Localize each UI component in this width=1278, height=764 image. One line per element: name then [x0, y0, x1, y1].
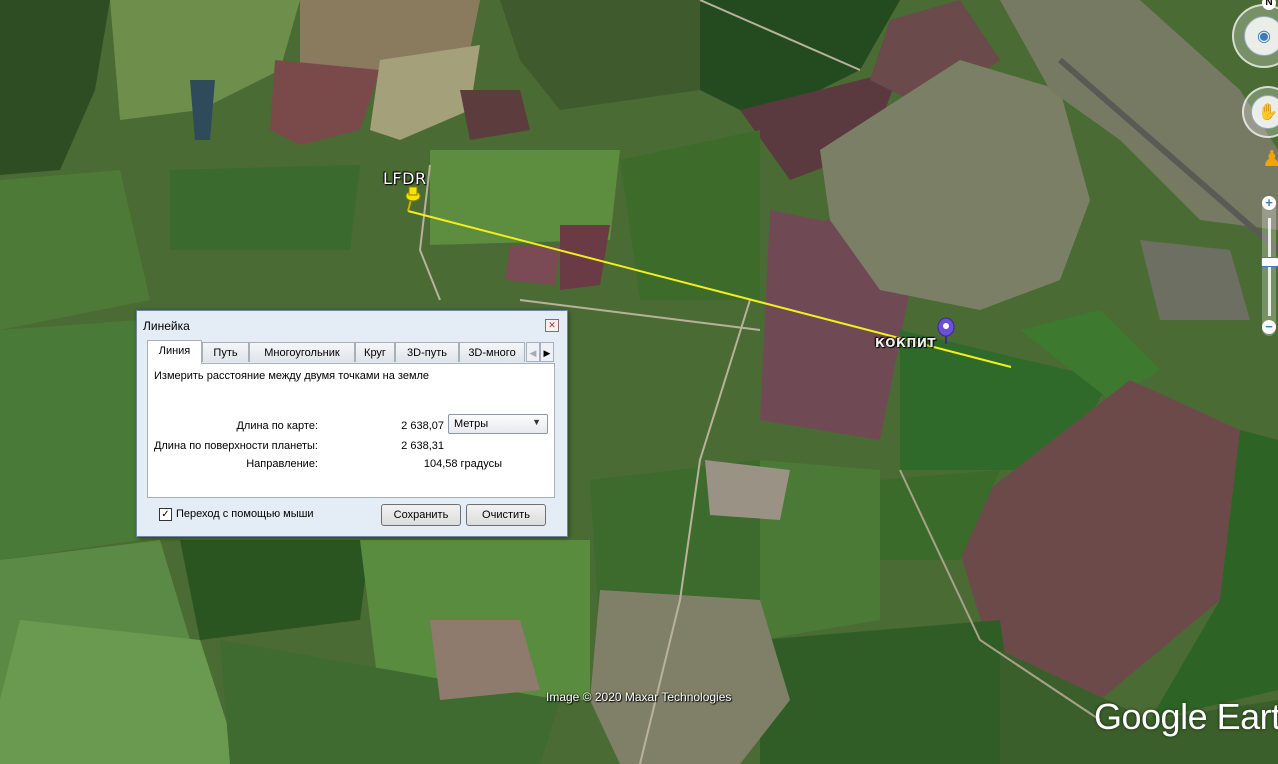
units-dropdown[interactable]: Метры ▼ [448, 414, 548, 434]
zoom-slider[interactable]: + − [1261, 196, 1278, 336]
save-button[interactable]: Сохранить [381, 504, 461, 526]
tab-3d-path[interactable]: 3D-путь [395, 342, 459, 362]
map-length-label: Длина по карте: [236, 420, 318, 432]
tab-path[interactable]: Путь [202, 342, 249, 362]
zoom-track[interactable] [1268, 218, 1271, 316]
street-view-pegman-icon[interactable]: ♟ [1262, 146, 1278, 172]
zoom-in-button[interactable]: + [1262, 196, 1276, 210]
dialog-title: Линейка [143, 319, 190, 333]
tab-polygon[interactable]: Многоугольник [249, 342, 355, 362]
measure-panel: Измерить расстояние между двумя точками … [147, 363, 555, 498]
zoom-thumb[interactable] [1261, 257, 1278, 267]
measure-hint: Измерить расстояние между двумя точками … [154, 370, 430, 382]
imagery-copyright: Image © 2020 Maxar Technologies [546, 690, 732, 704]
surface-length-value: 2 638,31 [401, 440, 444, 452]
eye-icon[interactable]: ◉ [1244, 16, 1278, 56]
tab-line[interactable]: Линия [147, 340, 202, 364]
placemark-label-kokpit[interactable]: КОКПИТ [875, 336, 936, 350]
units-selected: Метры [454, 418, 489, 430]
tab-3d-polygon[interactable]: 3D-много [459, 342, 525, 362]
heading-value: 104,58 градусы [423, 458, 502, 470]
heading-label: Направление: [246, 458, 318, 470]
tab-circle[interactable]: Круг [355, 342, 395, 362]
ruler-dialog: Линейка ✕ Линия Путь Многоугольник Круг … [136, 310, 568, 537]
hand-icon[interactable]: ✋ [1251, 95, 1278, 129]
close-icon[interactable]: ✕ [545, 319, 559, 332]
tab-scroll-left-icon[interactable]: ◀ [526, 342, 540, 362]
mouse-nav-checkbox[interactable]: ✓ [159, 508, 172, 521]
zoom-out-button[interactable]: − [1262, 320, 1276, 334]
tab-scroll-right-icon[interactable]: ▶ [540, 342, 554, 362]
clear-button[interactable]: Очистить [466, 504, 546, 526]
chevron-down-icon: ▼ [532, 417, 541, 427]
map-length-value: 2 638,07 [401, 420, 444, 432]
google-earth-logo: Google Eart [1094, 696, 1278, 737]
mouse-nav-label[interactable]: Переход с помощью мыши [176, 508, 314, 520]
placemark-label-lfdr[interactable]: LFDR [383, 169, 427, 188]
surface-length-label: Длина по поверхности планеты: [153, 440, 318, 452]
tab-bar: Линия Путь Многоугольник Круг 3D-путь 3D… [147, 340, 555, 364]
